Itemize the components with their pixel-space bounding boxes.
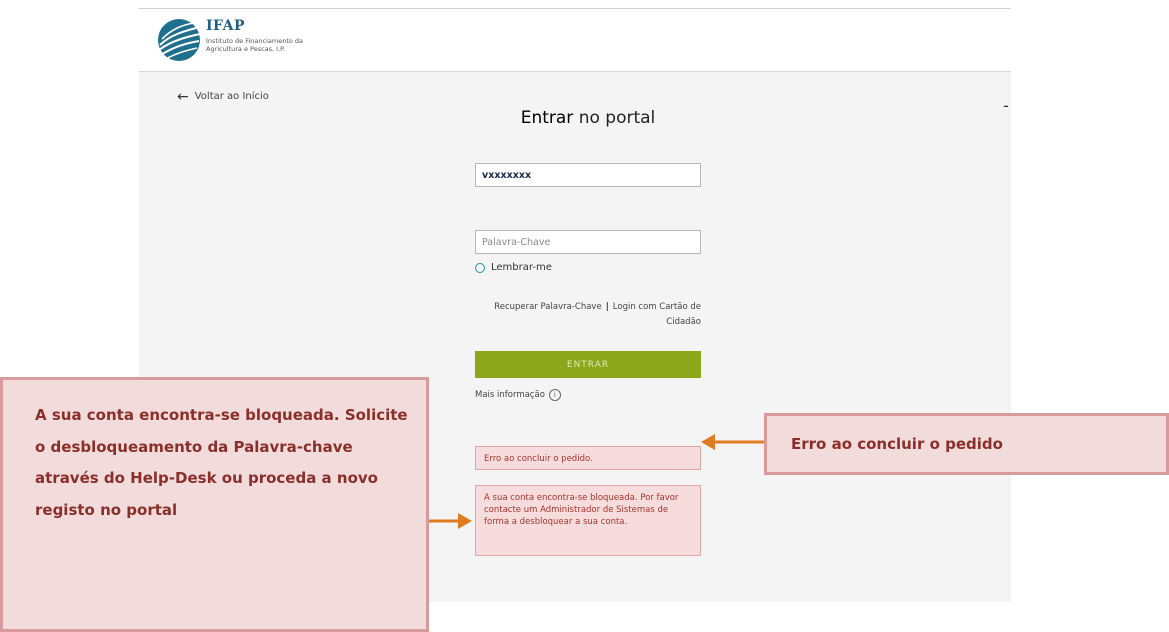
arrow-left-icon	[701, 434, 764, 450]
annotation-arrows	[429, 434, 764, 529]
arrow-right-icon	[429, 513, 472, 529]
